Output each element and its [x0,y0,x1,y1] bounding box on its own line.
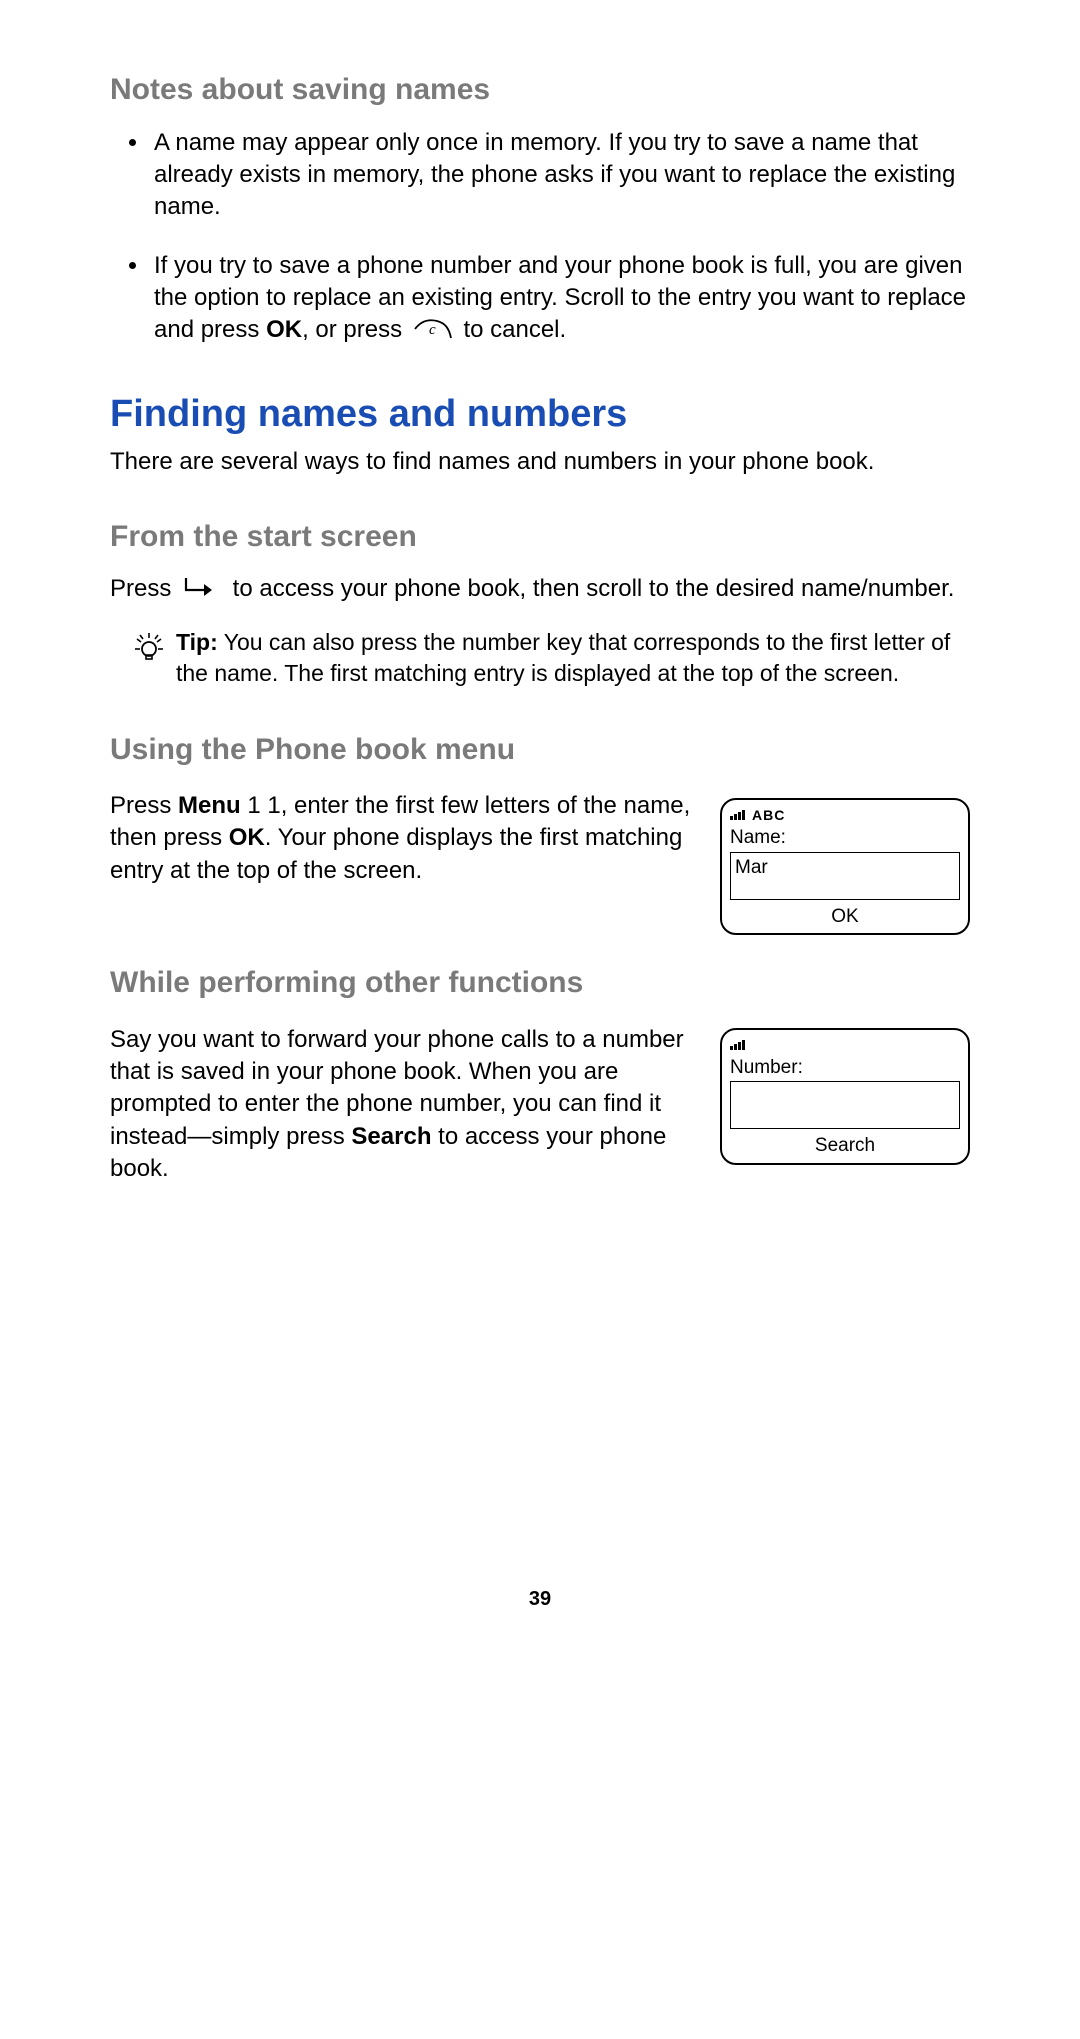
phone-number-label: Number: [730,1055,960,1081]
phone-header-abc: ABC [752,806,785,825]
tip-label: Tip: [176,629,218,655]
phone-figure-number: Number: Search [720,1028,970,1165]
using-menu-body: Press Menu 1 1, enter the first few lett… [110,790,706,887]
from-start-body: Press to access your phone book, then sc… [110,573,970,607]
phone-search-button: Search [730,1131,960,1159]
from-start-suffix: to access your phone book, then scroll t… [226,575,954,602]
lightbulb-tip-icon [132,629,166,663]
from-start-prefix: Press [110,575,178,602]
down-right-arrow-icon [180,575,220,607]
cancel-key-icon: c [413,317,453,341]
tip-text: You can also press the number key that c… [176,629,950,686]
notes-heading: Notes about saving names [110,70,970,111]
ok-label: OK [266,316,302,343]
using-menu-p1: Press [110,792,178,819]
page-content: Notes about saving names A name may appe… [110,70,970,1613]
other-functions-heading: While performing other functions [110,963,970,1004]
menu-bold: Menu [178,792,241,819]
other-functions-body: Say you want to forward your phone calls… [110,1024,706,1186]
phone-number-input [730,1081,960,1129]
tip-body: Tip: You can also press the number key t… [176,627,970,689]
bullet-2-suffix: to cancel. [457,316,566,343]
search-bold: Search [351,1123,431,1150]
tip-row: Tip: You can also press the number key t… [132,625,970,689]
notes-bullet-list: A name may appear only once in memory. I… [150,127,970,347]
phone-figure-name: ABC Name: Mar OK [720,798,970,935]
page-number: 39 [110,1586,970,1613]
bullet-2-mid: , or press [302,316,409,343]
signal-icon-2 [730,1036,746,1055]
finding-heading: Finding names and numbers [110,389,970,440]
phone-ok-button: OK [730,902,960,930]
notes-bullet-1: A name may appear only once in memory. I… [150,127,970,224]
phone-name-input: Mar [730,852,960,900]
using-menu-heading: Using the Phone book menu [110,730,970,771]
notes-bullet-2: If you try to save a phone number and yo… [150,250,970,347]
phone-name-label: Name: [730,825,960,851]
svg-text:c: c [429,322,436,338]
from-start-heading: From the start screen [110,517,970,558]
signal-icon [730,806,746,825]
finding-intro: There are several ways to find names and… [110,446,970,478]
bullet-1-text: A name may appear only once in memory. I… [154,129,955,221]
ok-bold-2: OK [229,824,265,851]
